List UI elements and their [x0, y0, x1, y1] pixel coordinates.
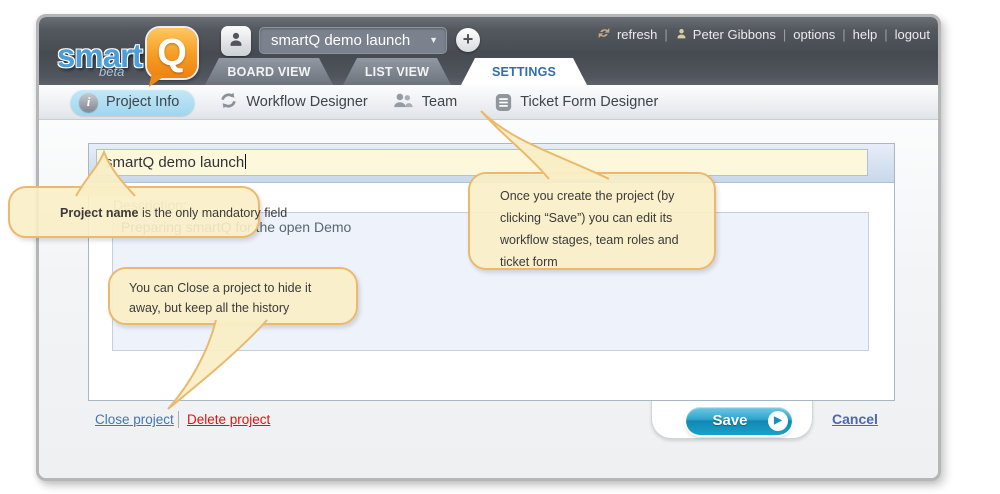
ticket-form-icon: [495, 93, 512, 112]
project-selector-dropdown[interactable]: smartQ demo launch ▼: [259, 27, 447, 54]
tooltip-close-project: You can Close a project to hide it away,…: [108, 267, 358, 325]
project-name-value: smartQ demo launch: [105, 154, 244, 171]
save-arrow-icon: ▶: [768, 411, 788, 431]
smartq-logo-q-icon: Q: [147, 28, 197, 78]
subnav-label: Project Info: [106, 94, 179, 110]
menu-separator: |: [664, 27, 667, 42]
smartq-app: smart beta Q smartQ demo launch ▼ + refr…: [0, 0, 1000, 494]
menu-separator: |: [783, 27, 786, 42]
tooltip-text: You can Close a project to hide it away,…: [129, 281, 311, 315]
subnav-item-workflow-designer[interactable]: Workflow Designer: [219, 91, 367, 114]
project-owner-button[interactable]: [221, 26, 251, 56]
tooltip-bold-text: Project name: [60, 206, 139, 220]
info-icon: i: [79, 93, 98, 112]
tooltip-text: Once you create the project (by clicking…: [500, 189, 679, 269]
delete-project-link[interactable]: Delete project: [187, 412, 270, 427]
tooltip-text: is the only mandatory field: [139, 206, 288, 220]
subnav-label: Team: [422, 94, 457, 110]
save-button[interactable]: Save ▶: [686, 407, 792, 435]
person-icon: [227, 30, 245, 53]
links-divider: [178, 411, 179, 428]
refresh-label: refresh: [617, 27, 657, 42]
close-project-link[interactable]: Close project: [95, 412, 174, 427]
subnav-label: Workflow Designer: [246, 94, 367, 110]
view-tabs: BOARD VIEW LIST VIEW SETTINGS: [205, 58, 587, 85]
logout-menu-item[interactable]: logout: [895, 27, 930, 42]
user-name-label: Peter Gibbons: [693, 27, 776, 42]
cancel-link[interactable]: Cancel: [832, 411, 878, 427]
refresh-menu-item[interactable]: refresh: [596, 26, 657, 43]
help-menu-item[interactable]: help: [853, 27, 878, 42]
save-label: Save: [712, 412, 747, 429]
menu-separator: |: [884, 27, 887, 42]
tooltip-save-settings: Once you create the project (by clicking…: [468, 172, 716, 270]
options-menu-item[interactable]: options: [793, 27, 835, 42]
user-icon: [675, 27, 688, 43]
workflow-icon: [219, 91, 238, 114]
subnav-item-project-info[interactable]: i Project Info: [70, 89, 195, 116]
project-selector-value: smartQ demo launch: [271, 32, 410, 49]
team-icon: [392, 91, 414, 114]
app-header: smart beta Q smartQ demo launch ▼ + refr…: [39, 17, 938, 85]
tab-settings[interactable]: SETTINGS: [461, 58, 587, 85]
top-menu: refresh | Peter Gibbons | options | help…: [596, 26, 930, 43]
refresh-icon: [596, 26, 612, 43]
settings-subnav: i Project Info Workflow Designer Team T: [39, 85, 938, 120]
tab-list-view[interactable]: LIST VIEW: [343, 58, 451, 85]
tooltip-project-name: Project name is the only mandatory field: [8, 186, 260, 238]
user-menu-item[interactable]: Peter Gibbons: [675, 27, 776, 43]
add-project-button[interactable]: +: [456, 28, 480, 52]
tab-board-view[interactable]: BOARD VIEW: [205, 58, 333, 85]
chevron-down-icon: ▼: [429, 28, 438, 53]
subnav-item-team[interactable]: Team: [392, 91, 457, 114]
beta-label: beta: [99, 64, 124, 79]
menu-separator: |: [842, 27, 845, 42]
subnav-label: Ticket Form Designer: [520, 94, 658, 110]
subnav-item-ticket-form-designer[interactable]: Ticket Form Designer: [495, 93, 658, 112]
text-cursor: [245, 154, 246, 169]
